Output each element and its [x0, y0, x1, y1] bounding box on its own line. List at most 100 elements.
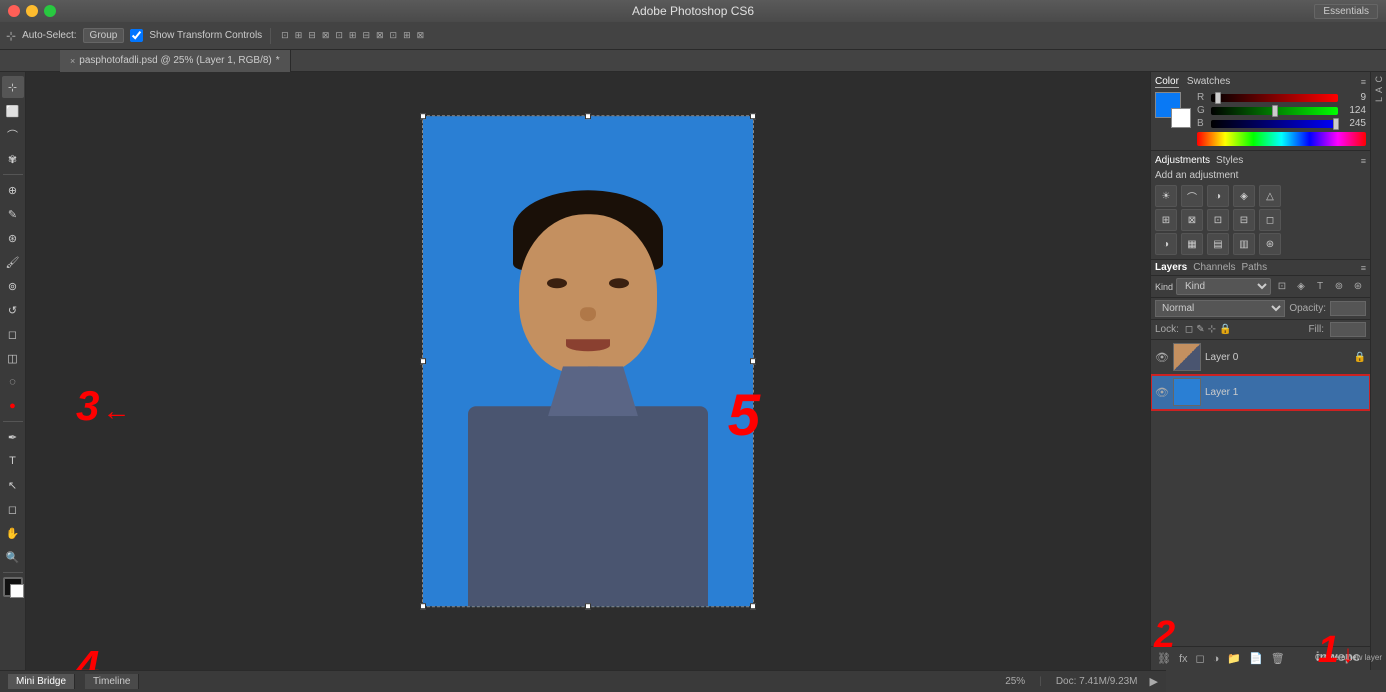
- healing-tool[interactable]: ⊛: [2, 227, 24, 249]
- lasso-tool[interactable]: ⌒: [2, 124, 24, 146]
- history-brush-tool[interactable]: ↺: [2, 299, 24, 321]
- show-transform-checkbox[interactable]: [130, 29, 143, 42]
- r-thumb[interactable]: [1215, 92, 1221, 104]
- handle-tl[interactable]: [420, 113, 426, 119]
- filter-adj-icon[interactable]: ◈: [1293, 279, 1309, 295]
- curves-adj[interactable]: ⌒: [1181, 185, 1203, 207]
- posterize-adj[interactable]: ▦: [1181, 233, 1203, 255]
- exposure-adj[interactable]: ◑: [1207, 185, 1229, 207]
- pen-tool[interactable]: ✒: [2, 426, 24, 448]
- lock-transparent-icon[interactable]: ◻: [1185, 324, 1193, 335]
- color-panel-icon[interactable]: C: [1374, 76, 1384, 83]
- adj-panel-icon[interactable]: A: [1374, 87, 1384, 93]
- fill-input[interactable]: 100%: [1330, 322, 1366, 337]
- color-lookup-adj[interactable]: ◻: [1259, 209, 1281, 231]
- link-layers-btn[interactable]: ⛓: [1155, 650, 1173, 667]
- background-swatch[interactable]: [1171, 108, 1191, 128]
- kind-select[interactable]: Kind: [1176, 278, 1271, 295]
- add-mask-btn[interactable]: ◻: [1194, 650, 1207, 667]
- filter-type-icon[interactable]: ⊡: [1274, 279, 1290, 295]
- layer-1-visibility[interactable]: 👁: [1155, 386, 1169, 399]
- bw-adj[interactable]: ⊠: [1181, 209, 1203, 231]
- photo-filter-adj[interactable]: ⊡: [1207, 209, 1229, 231]
- document-tab[interactable]: × pasphotofadli.psd @ 25% (Layer 1, RGB/…: [60, 50, 291, 72]
- adjustments-tab[interactable]: Adjustments: [1155, 155, 1210, 166]
- close-button[interactable]: [8, 5, 20, 17]
- workspace-button[interactable]: Essentials: [1314, 4, 1378, 19]
- blur-tool[interactable]: ◌: [2, 371, 24, 393]
- new-adj-layer-btn[interactable]: ◑: [1211, 651, 1222, 667]
- lock-all-icon[interactable]: 🔒: [1219, 324, 1231, 335]
- layer-item-1[interactable]: 👁 Layer 1: [1151, 375, 1370, 410]
- eraser-tool[interactable]: ◻: [2, 323, 24, 345]
- opacity-input[interactable]: 100%: [1330, 301, 1366, 316]
- channel-mixer-adj[interactable]: ⊟: [1233, 209, 1255, 231]
- handle-bl[interactable]: [420, 603, 426, 609]
- new-layer-btn[interactable]: 📄: [1247, 650, 1265, 667]
- styles-tab[interactable]: Styles: [1216, 155, 1243, 166]
- delete-layer-btn[interactable]: 🗑: [1269, 650, 1287, 667]
- channels-tab[interactable]: Channels: [1193, 262, 1235, 273]
- color-tab[interactable]: Color: [1155, 76, 1179, 88]
- swatches-tab[interactable]: Swatches: [1187, 76, 1230, 88]
- colorbal-adj[interactable]: ⊞: [1155, 209, 1177, 231]
- layer-item-0[interactable]: 👁 Layer 0 🔒: [1151, 340, 1370, 375]
- foreground-color-swatch[interactable]: [3, 577, 23, 597]
- clone-stamp-tool[interactable]: ⊚: [2, 275, 24, 297]
- zoom-tool[interactable]: 🔍: [2, 546, 24, 568]
- filter-smart-icon[interactable]: ⊛: [1350, 279, 1366, 295]
- handle-br[interactable]: [750, 603, 756, 609]
- r-slider[interactable]: [1211, 94, 1338, 102]
- path-selection-tool[interactable]: ↖: [2, 474, 24, 496]
- crop-tool[interactable]: ⊕: [2, 179, 24, 201]
- gradient-tool[interactable]: ◫: [2, 347, 24, 369]
- b-slider[interactable]: [1211, 120, 1338, 128]
- brush-tool[interactable]: 🖌: [2, 251, 24, 273]
- handle-tr[interactable]: [750, 113, 756, 119]
- type-tool[interactable]: T: [2, 450, 24, 472]
- layers-menu[interactable]: ≡: [1361, 263, 1366, 273]
- selective-color-adj[interactable]: ⊛: [1259, 233, 1281, 255]
- handle-bm[interactable]: [585, 603, 591, 609]
- lock-move-icon[interactable]: ⊹: [1208, 324, 1216, 335]
- new-group-btn[interactable]: 📁: [1225, 650, 1243, 667]
- filter-text-icon[interactable]: T: [1312, 279, 1328, 295]
- tab-close-icon[interactable]: ×: [70, 56, 75, 66]
- mini-bridge-tab[interactable]: Mini Bridge: [8, 674, 75, 689]
- invert-adj[interactable]: ◑: [1155, 233, 1177, 255]
- maximize-button[interactable]: [44, 5, 56, 17]
- paths-tab[interactable]: Paths: [1242, 262, 1268, 273]
- canvas-area[interactable]: 3 ← 4 ← 5: [26, 72, 1150, 670]
- move-tool[interactable]: ⊹: [2, 76, 24, 98]
- shape-tool[interactable]: ◻: [2, 498, 24, 520]
- g-thumb[interactable]: [1272, 105, 1278, 117]
- hand-tool[interactable]: ✋: [2, 522, 24, 544]
- color-panel-menu[interactable]: ≡: [1361, 77, 1366, 87]
- minimize-button[interactable]: [26, 5, 38, 17]
- gradient-map-adj[interactable]: ▥: [1233, 233, 1255, 255]
- threshold-adj[interactable]: ▤: [1207, 233, 1229, 255]
- lock-paint-icon[interactable]: ✎: [1196, 324, 1204, 335]
- marquee-tool[interactable]: ⬜: [2, 100, 24, 122]
- handle-ml[interactable]: [420, 358, 426, 364]
- b-thumb[interactable]: [1333, 118, 1339, 130]
- doc-info-arrow[interactable]: ▶: [1150, 675, 1158, 688]
- layers-panel-icon[interactable]: L: [1374, 97, 1384, 102]
- brightness-adj[interactable]: ☀: [1155, 185, 1177, 207]
- filter-shape-icon[interactable]: ⊚: [1331, 279, 1347, 295]
- layer-style-btn[interactable]: fx: [1177, 651, 1190, 667]
- vibrance-adj[interactable]: ◈: [1233, 185, 1255, 207]
- layer-0-visibility[interactable]: 👁: [1155, 351, 1169, 364]
- hsl-adj[interactable]: △: [1259, 185, 1281, 207]
- group-select-button[interactable]: Group: [83, 28, 125, 43]
- quick-select-tool[interactable]: ✾: [2, 148, 24, 170]
- color-swatches[interactable]: [1155, 92, 1191, 128]
- eyedropper-tool[interactable]: ✎: [2, 203, 24, 225]
- layers-tab[interactable]: Layers: [1155, 262, 1187, 273]
- g-slider[interactable]: [1211, 107, 1338, 115]
- color-spectrum[interactable]: [1197, 132, 1366, 146]
- handle-tm[interactable]: [585, 113, 591, 119]
- blend-mode-select[interactable]: Normal: [1155, 300, 1285, 317]
- handle-mr[interactable]: [750, 358, 756, 364]
- timeline-tab[interactable]: Timeline: [85, 674, 139, 689]
